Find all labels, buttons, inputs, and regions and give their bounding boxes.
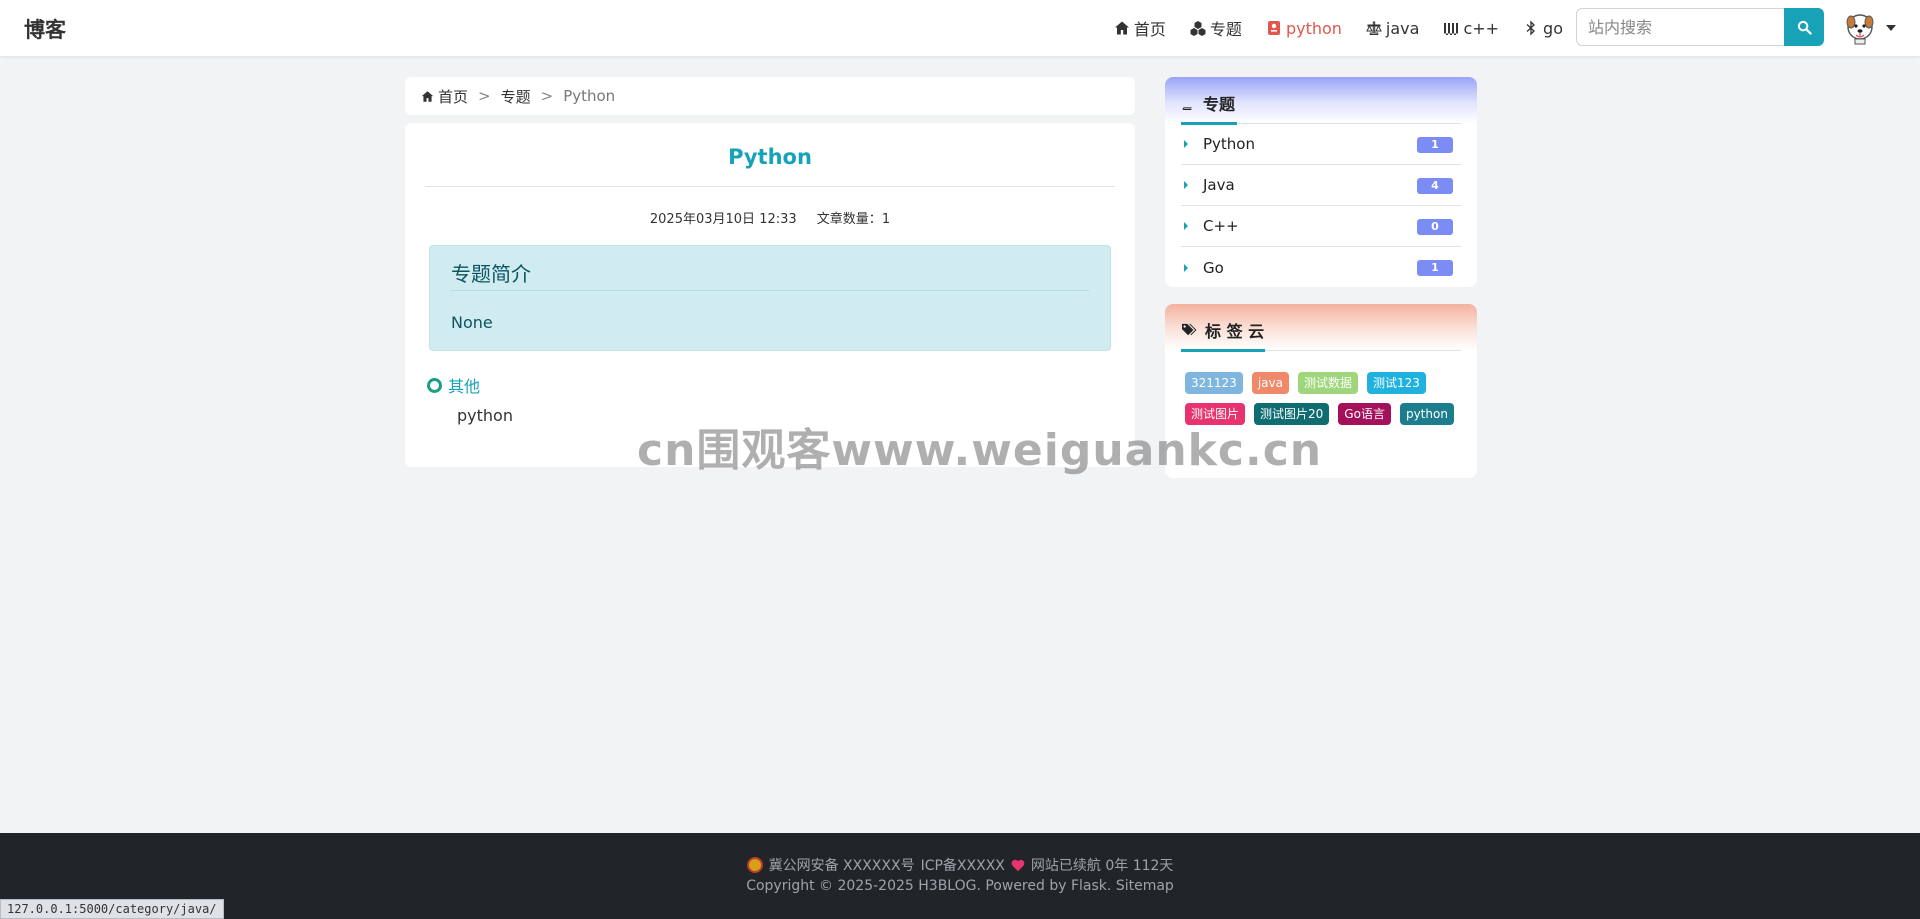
tag-item[interactable]: 测试123: [1366, 372, 1426, 394]
categories-header: 专题: [1165, 77, 1477, 123]
category-name: C++: [1203, 217, 1239, 235]
category-name: Python: [1203, 135, 1255, 153]
tag-item[interactable]: python: [1399, 403, 1454, 425]
user-avatar[interactable]: [1842, 10, 1878, 46]
caret-right-icon: [1184, 140, 1188, 148]
cubes-icon: [1190, 21, 1206, 36]
circle-icon: [427, 377, 442, 393]
category-name: Go: [1203, 258, 1224, 277]
nav-python-label: python: [1285, 18, 1342, 38]
search-input[interactable]: [1576, 8, 1784, 46]
nav-java[interactable]: java: [1366, 18, 1420, 38]
intro-body: None: [451, 313, 493, 332]
caret-right-icon: [1184, 222, 1188, 230]
icp-record-link[interactable]: ICP备XXXXX: [921, 855, 1005, 875]
nav-home[interactable]: 首页: [1114, 16, 1166, 40]
article-count: 文章数量：1: [817, 212, 890, 227]
nav-python[interactable]: python: [1266, 19, 1342, 38]
python-icon: [1267, 21, 1280, 35]
nav-go[interactable]: go: [1523, 19, 1563, 38]
title-divider: [425, 186, 1115, 187]
user-menu-caret[interactable]: [1886, 25, 1896, 31]
footer-dot: .: [1106, 878, 1112, 894]
topic-meta: 2025年03月10日 12:33 文章数量：1: [405, 208, 1135, 227]
footer: 冀公网安备 XXXXXX号 ICP备XXXXX 网站已续航 0年 112天 Co…: [0, 833, 1920, 919]
category-item-go[interactable]: Go 1: [1181, 247, 1461, 287]
flask-link[interactable]: Flask: [1071, 878, 1107, 894]
uptime-text: 网站已续航 0年 112天: [1030, 858, 1174, 874]
topic-date: 2025年03月10日 12:33: [649, 212, 797, 227]
watermark-text: cn围观客www.weiguankc.cn: [637, 425, 1323, 476]
tag-item[interactable]: 测试数据: [1297, 372, 1358, 394]
nav-topics-label: 专题: [1209, 20, 1242, 39]
heart-icon: [1011, 859, 1025, 871]
nav-go-label: go: [1543, 18, 1563, 38]
breadcrumb-topics[interactable]: 专题: [501, 86, 531, 107]
tag-cloud-header: 标 签 云: [1165, 304, 1477, 350]
intro-title: 专题简介: [451, 262, 531, 286]
navbar: 博客 首页 专题 python java c++ go: [0, 0, 1920, 56]
category-list: Python 1 Java 4 C++ 0 Go 1: [1181, 124, 1461, 287]
balance-scale-icon: [1366, 21, 1382, 35]
tags-icon: [1182, 323, 1197, 336]
bluetooth-icon: [1526, 20, 1535, 36]
breadcrumb-home[interactable]: 首页: [421, 86, 468, 107]
section-other: 其他: [427, 373, 480, 397]
nav-cpp-label: c++: [1463, 18, 1500, 38]
industry-icon: [1444, 23, 1459, 35]
category-count-badge: 0: [1417, 219, 1453, 235]
intro-divider: [451, 290, 1089, 291]
main-nav: 首页 专题 python java c++ go: [1114, 0, 1563, 56]
page-title: Python: [728, 145, 812, 169]
home-icon: [421, 90, 434, 102]
article-count-value: 1: [881, 212, 891, 227]
footer-records: 冀公网安备 XXXXXX号 ICP备XXXXX 网站已续航 0年 112天: [0, 855, 1920, 875]
nav-home-label: 首页: [1133, 20, 1166, 39]
tag-item[interactable]: Go语言: [1338, 403, 1391, 425]
breadcrumb: 首页 > 专题 > Python: [405, 77, 1135, 115]
copyright-text: Copyright © 2025-2025 H3BLOG. Powered by: [746, 878, 1067, 894]
category-item-java[interactable]: Java 4: [1181, 165, 1461, 206]
topic-intro-alert: 专题简介 None: [429, 245, 1111, 351]
police-record-link[interactable]: 冀公网安备 XXXXXX号: [769, 855, 915, 875]
category-count-badge: 1: [1417, 137, 1453, 153]
search-button[interactable]: [1784, 8, 1824, 46]
category-item-cpp[interactable]: C++ 0: [1181, 206, 1461, 247]
sitemap-link[interactable]: Sitemap: [1116, 878, 1174, 894]
nav-cpp[interactable]: c++: [1443, 19, 1499, 38]
breadcrumb-home-label: 首页: [438, 87, 469, 106]
category-count-badge: 1: [1417, 260, 1453, 276]
categories-title-label: 专题: [1203, 95, 1236, 114]
browser-status-url: 127.0.0.1:5000/category/java/: [0, 899, 224, 919]
categories-title: 专题: [1181, 91, 1235, 115]
tag-cloud-title: 标 签 云: [1181, 318, 1264, 342]
category-name: Java: [1203, 176, 1235, 194]
nav-topics[interactable]: 专题: [1190, 16, 1242, 40]
tag-cloud-accent: [1181, 349, 1265, 352]
home-icon: [1114, 21, 1129, 35]
breadcrumb-separator: >: [478, 87, 491, 105]
article-count-label: 文章数量：: [816, 212, 882, 227]
site-search: [1576, 8, 1824, 46]
categories-card: 专题 Python 1 Java 4 C++ 0 Go 1: [1165, 77, 1477, 287]
footer-copyright: Copyright © 2025-2025 H3BLOG. Powered by…: [0, 878, 1920, 894]
tag-item[interactable]: java: [1251, 372, 1289, 394]
police-badge-icon: [746, 857, 763, 873]
breadcrumb-separator: >: [540, 87, 554, 105]
tag-item[interactable]: 321123: [1185, 372, 1243, 394]
book-icon: [1182, 96, 1194, 110]
caret-right-icon: [1184, 263, 1188, 272]
search-icon: [1797, 20, 1812, 35]
nav-java-label: java: [1385, 18, 1420, 38]
category-count-badge: 4: [1417, 178, 1453, 194]
tag-cloud-title-label: 标 签 云: [1205, 322, 1265, 341]
category-item-python[interactable]: Python 1: [1181, 124, 1461, 165]
caret-right-icon: [1184, 181, 1188, 189]
section-other-label: 其他: [448, 377, 481, 396]
brand-logo[interactable]: 博客: [24, 14, 66, 44]
article-link[interactable]: python: [457, 406, 513, 425]
breadcrumb-current: Python: [563, 87, 616, 105]
